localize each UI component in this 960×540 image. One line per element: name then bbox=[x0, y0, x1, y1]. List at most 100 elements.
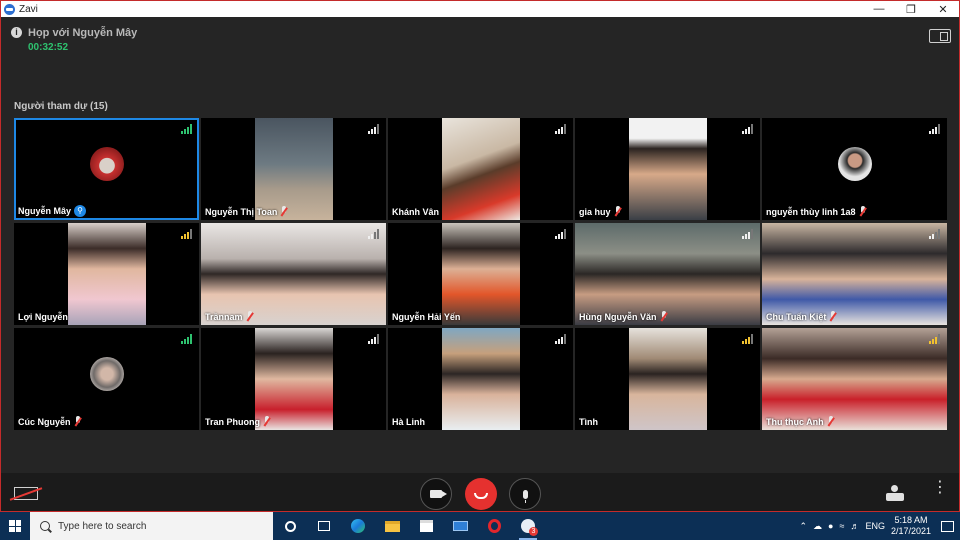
taskbar-clock[interactable]: 5:18 AM 2/17/2021 bbox=[891, 515, 931, 537]
participant-name: nguyễn thùy linh 1a8 bbox=[766, 206, 856, 217]
participant-tile[interactable]: Hùng Nguyễn Văn bbox=[575, 223, 760, 325]
zavi-app-icon[interactable]: 3 bbox=[511, 512, 545, 540]
onedrive-icon[interactable]: ☁ bbox=[813, 521, 822, 532]
signal-strength-icon bbox=[929, 229, 940, 239]
more-options-icon[interactable]: ⋮ bbox=[932, 480, 948, 503]
participant-tile[interactable]: Nguyễn Thị Toan bbox=[201, 118, 386, 220]
microphone-button[interactable] bbox=[509, 478, 541, 510]
video-feed bbox=[442, 118, 520, 220]
participant-name: Thu thục Anh bbox=[766, 416, 824, 427]
windows-taskbar: Type here to search 3 ⌃ ☁ ● ≈ ♬ ENG 5:18… bbox=[0, 512, 960, 540]
mic-muted-icon bbox=[246, 311, 254, 322]
video-feed bbox=[629, 328, 707, 430]
window-title: Zavi bbox=[19, 3, 38, 15]
screen-share-off-icon[interactable] bbox=[9, 485, 43, 503]
close-button[interactable]: ✕ bbox=[927, 1, 959, 17]
participant-tile[interactable]: Chu Tuấn Kiệt bbox=[762, 223, 947, 325]
volume-icon[interactable]: ♬ bbox=[850, 521, 859, 531]
cortana-icon[interactable] bbox=[273, 512, 307, 540]
video-feed bbox=[255, 118, 333, 220]
signal-strength-icon bbox=[368, 124, 379, 134]
system-tray: ⌃ ☁ ● ≈ ♬ ENG 5:18 AM 2/17/2021 bbox=[800, 515, 960, 537]
participant-tile[interactable]: gia huy bbox=[575, 118, 760, 220]
participants-list-icon[interactable] bbox=[885, 485, 905, 501]
participant-tile[interactable]: Nguyễn Hải Yến bbox=[388, 223, 573, 325]
signal-strength-icon bbox=[742, 124, 753, 134]
participant-tile[interactable]: Trầnnam bbox=[201, 223, 386, 325]
mic-muted-icon bbox=[74, 416, 82, 427]
participant-tile[interactable]: Tình bbox=[575, 328, 760, 430]
video-feed bbox=[68, 223, 146, 325]
layout-toggle-icon[interactable] bbox=[929, 29, 951, 43]
participant-tile[interactable]: Hà Linh bbox=[388, 328, 573, 430]
participant-tile[interactable]: Thu thục Anh bbox=[762, 328, 947, 430]
start-button[interactable] bbox=[0, 512, 30, 540]
participant-grid: Nguyễn Mây ⚲ Nguyễn Thị Toan Khánh Vân gi… bbox=[14, 118, 948, 430]
notification-badge: 3 bbox=[529, 527, 538, 536]
camera-button[interactable] bbox=[420, 478, 452, 510]
participants-label: Người tham dự (15) bbox=[14, 101, 108, 112]
store-icon[interactable] bbox=[409, 512, 443, 540]
restore-button[interactable]: ❐ bbox=[895, 1, 927, 17]
pin-icon[interactable]: ⚲ bbox=[74, 205, 87, 217]
participant-tile[interactable]: Khánh Vân bbox=[388, 118, 573, 220]
participant-name: Hà Linh bbox=[392, 417, 425, 427]
signal-strength-icon bbox=[181, 124, 192, 134]
participant-name: Nguyễn Mây bbox=[18, 206, 72, 216]
participant-name: Hùng Nguyễn Văn bbox=[579, 311, 657, 322]
mic-muted-icon bbox=[829, 311, 837, 322]
mic-muted-icon bbox=[660, 311, 668, 322]
info-icon[interactable]: i bbox=[11, 27, 22, 38]
end-call-button[interactable] bbox=[465, 478, 497, 510]
mic-muted-icon bbox=[280, 206, 288, 217]
participant-name: Tran Phuong bbox=[205, 416, 260, 427]
minimize-button[interactable]: — bbox=[863, 1, 895, 17]
participant-tile[interactable]: Nguyễn Mây ⚲ bbox=[14, 118, 199, 220]
video-feed bbox=[201, 223, 386, 325]
avatar bbox=[837, 147, 872, 181]
task-view-icon[interactable] bbox=[307, 512, 341, 540]
microphone-tray-icon[interactable]: ● bbox=[828, 521, 833, 531]
participant-tile[interactable]: nguyễn thùy linh 1a8 bbox=[762, 118, 947, 220]
avatar bbox=[89, 147, 124, 181]
clock-date: 2/17/2021 bbox=[890, 526, 931, 536]
video-feed bbox=[442, 328, 520, 430]
file-explorer-icon[interactable] bbox=[375, 512, 409, 540]
participant-name: Nguyễn Thị Toan bbox=[205, 206, 278, 217]
mic-muted-icon bbox=[827, 416, 835, 427]
signal-strength-icon bbox=[368, 229, 379, 239]
participant-tile[interactable]: Tran Phuong bbox=[201, 328, 386, 430]
participant-name: Lợi Nguyễn bbox=[18, 312, 68, 322]
zavi-logo-icon bbox=[4, 3, 15, 15]
microphone-icon bbox=[522, 489, 528, 503]
video-feed bbox=[762, 328, 947, 430]
mic-muted-icon bbox=[859, 206, 867, 217]
opera-icon[interactable] bbox=[477, 512, 511, 540]
input-language[interactable]: ENG bbox=[865, 521, 885, 531]
clock-time: 5:18 AM bbox=[894, 515, 928, 525]
chevron-up-icon[interactable]: ⌃ bbox=[800, 521, 808, 532]
participant-name: Cúc Nguyễn bbox=[18, 416, 71, 427]
participant-tile[interactable]: Lợi Nguyễn bbox=[14, 223, 199, 325]
video-feed bbox=[575, 223, 760, 325]
notification-center-icon[interactable] bbox=[941, 520, 954, 532]
wifi-icon[interactable]: ≈ bbox=[839, 521, 844, 531]
signal-strength-icon bbox=[555, 124, 566, 134]
windows-logo-icon bbox=[9, 520, 21, 532]
signal-strength-icon bbox=[368, 334, 379, 344]
search-icon bbox=[40, 521, 50, 531]
app-window: Zavi — ❐ ✕ i Họp với Nguyễn Mây 00:32:52… bbox=[0, 0, 960, 512]
title-bar: Zavi — ❐ ✕ bbox=[1, 1, 959, 17]
participant-tile[interactable]: Cúc Nguyễn bbox=[14, 328, 199, 430]
video-feed bbox=[629, 118, 707, 220]
taskbar-search-box[interactable]: Type here to search bbox=[30, 512, 273, 540]
edge-icon[interactable] bbox=[341, 512, 375, 540]
signal-strength-icon bbox=[929, 124, 940, 134]
signal-strength-icon bbox=[742, 229, 753, 239]
signal-strength-icon bbox=[181, 334, 192, 344]
participant-name: Khánh Vân bbox=[392, 207, 440, 217]
call-timer: 00:32:52 bbox=[28, 42, 69, 53]
search-placeholder: Type here to search bbox=[58, 520, 147, 532]
camera-icon bbox=[430, 490, 447, 498]
mail-icon[interactable] bbox=[443, 512, 477, 540]
